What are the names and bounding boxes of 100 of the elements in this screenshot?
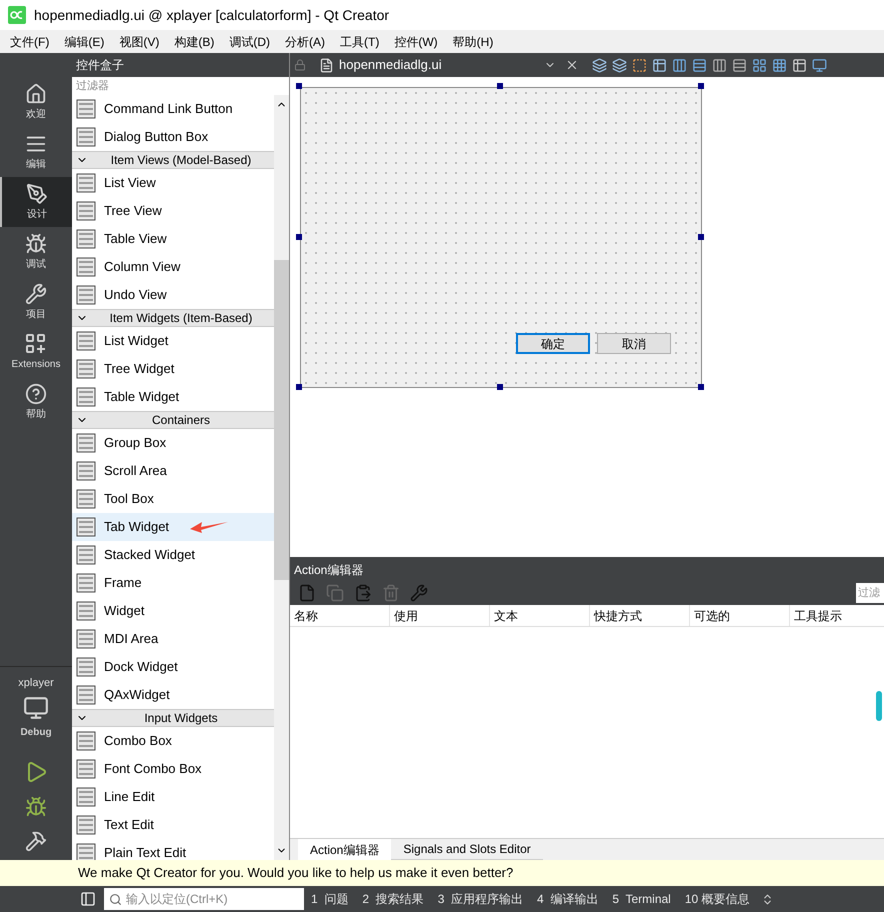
columns-icon[interactable] (672, 58, 687, 72)
panel-title: Action编辑器 (293, 562, 364, 579)
rows-icon[interactable] (692, 58, 707, 72)
grid-icon[interactable] (752, 58, 767, 72)
extensions-icon (25, 332, 47, 354)
widget-item[interactable]: Tab Widget (72, 513, 274, 541)
category-header[interactable]: Item Views (Model-Based) (72, 151, 274, 169)
menu-item[interactable]: 文件(F) (4, 32, 56, 50)
app-logo-icon (8, 6, 26, 24)
widget-item[interactable]: Scroll Area (72, 457, 274, 485)
widget-item[interactable]: MDI Area (72, 625, 274, 653)
output-pane-tab[interactable]: 4 编译输出 (530, 890, 606, 908)
lock-icon (294, 59, 306, 71)
category-header[interactable]: Item Widgets (Item-Based) (72, 309, 274, 327)
column-header[interactable]: 使用 (390, 605, 490, 626)
menu-item[interactable]: 视图(V) (113, 32, 166, 50)
menu-item[interactable]: 调试(D) (223, 32, 276, 50)
table-icon[interactable] (652, 58, 667, 72)
column-header[interactable]: 快捷方式 (590, 605, 690, 626)
form-button[interactable]: 取消 (597, 333, 671, 354)
widget-icon (76, 573, 96, 593)
column-header[interactable]: 工具提示 (790, 605, 884, 626)
widget-item[interactable]: Dock Widget (72, 653, 274, 681)
resize-handle[interactable] (698, 234, 704, 240)
build-config: Debug (20, 726, 52, 740)
widget-item[interactable]: Stacked Widget (72, 541, 274, 569)
mode-tab[interactable]: 帮助 (0, 377, 72, 427)
widget-item[interactable]: Frame (72, 569, 274, 597)
debug-run-icon[interactable] (25, 796, 47, 818)
mode-tab[interactable]: Extensions (0, 327, 72, 377)
mode-tab[interactable]: 设计 (0, 177, 72, 227)
resize-handle[interactable] (698, 384, 704, 390)
widget-item[interactable]: Text Edit (72, 811, 274, 839)
resize-handle[interactable] (497, 384, 503, 390)
layers-icon[interactable] (612, 58, 627, 72)
category-header[interactable]: Containers (72, 411, 274, 429)
widget-item[interactable]: Table Widget (72, 383, 274, 411)
column-header[interactable]: 可选的 (690, 605, 790, 626)
widget-icon (76, 99, 96, 119)
mode-tab[interactable]: 欢迎 (0, 77, 72, 127)
widget-icon (76, 731, 96, 751)
widget-item[interactable]: Dialog Button Box (72, 123, 274, 151)
resize-handle[interactable] (497, 83, 503, 89)
layers-icon[interactable] (592, 58, 607, 72)
widget-item[interactable]: Undo View (72, 281, 274, 309)
filter-field[interactable]: 过滤器 (72, 77, 289, 95)
resize-handle[interactable] (296, 384, 302, 390)
widget-item[interactable]: Group Box (72, 429, 274, 457)
form-button[interactable]: 确定 (516, 333, 590, 354)
rows-icon[interactable] (732, 58, 747, 72)
scroll-indicator[interactable] (876, 691, 882, 721)
table-icon[interactable] (792, 58, 807, 72)
menu-item[interactable]: 帮助(H) (446, 32, 500, 50)
pen-icon (26, 182, 48, 204)
column-header[interactable]: 文本 (490, 605, 590, 626)
widget-icon (76, 433, 96, 453)
widget-item[interactable]: Tree View (72, 197, 274, 225)
output-pane-tab[interactable]: 3 应用程序输出 (430, 890, 530, 908)
output-pane-tab[interactable]: 10 概要信息 (678, 890, 757, 908)
mode-tab[interactable]: 调试 (0, 227, 72, 277)
output-pane-tab[interactable]: 5 Terminal (605, 890, 678, 908)
widget-item[interactable]: List View (72, 169, 274, 197)
bottom-tab[interactable]: Action编辑器 (298, 839, 392, 860)
locator-field[interactable]: 输入以定位(Ctrl+K) (104, 888, 304, 910)
menu-item[interactable]: 构建(B) (168, 32, 220, 50)
menu-item[interactable]: 控件(W) (388, 32, 444, 50)
widget-icon (76, 685, 96, 705)
widget-item[interactable]: QAxWidget (72, 681, 274, 709)
scrollbar[interactable] (274, 95, 289, 860)
resize-handle[interactable] (698, 83, 704, 89)
widget-item[interactable]: Tool Box (72, 485, 274, 513)
close-icon[interactable] (565, 58, 579, 72)
hammer-icon[interactable] (25, 830, 47, 852)
monitor-icon[interactable] (812, 58, 827, 72)
widget-item[interactable]: Table View (72, 225, 274, 253)
widget-item[interactable]: Line Edit (72, 783, 274, 811)
menu-item[interactable]: 编辑(E) (58, 32, 110, 50)
widget-item[interactable]: Combo Box (72, 727, 274, 755)
column-header[interactable]: 名称 (290, 605, 390, 626)
mode-tab[interactable]: 项目 (0, 277, 72, 327)
widget-item[interactable]: Tree Widget (72, 355, 274, 383)
widget-item[interactable]: Widget (72, 597, 274, 625)
resize-handle[interactable] (296, 234, 302, 240)
feedback-message: We make Qt Creator for you. Would you like to help us make it even better? (78, 864, 514, 882)
grid-icon[interactable] (772, 58, 787, 72)
filter-field[interactable]: 过滤 (856, 583, 884, 603)
monitor-icon[interactable] (23, 695, 49, 721)
resize-handle[interactable] (296, 83, 302, 89)
mode-tab[interactable]: 编辑 (0, 127, 72, 177)
widget-item[interactable]: Font Combo Box (72, 755, 274, 783)
menu-item[interactable]: 工具(T) (334, 32, 386, 50)
output-pane-tab[interactable]: 1 问题 (304, 890, 356, 908)
widget-item[interactable]: Command Link Button (72, 95, 274, 123)
category-header[interactable]: Input Widgets (72, 709, 274, 727)
widget-item[interactable]: List Widget (72, 327, 274, 355)
output-pane-tab[interactable]: 2 搜索结果 (355, 890, 431, 908)
widget-item[interactable]: Column View (72, 253, 274, 281)
menu-item[interactable]: 分析(A) (279, 32, 331, 50)
sidebar-toggle-icon[interactable] (80, 891, 96, 907)
columns-icon[interactable] (712, 58, 727, 72)
